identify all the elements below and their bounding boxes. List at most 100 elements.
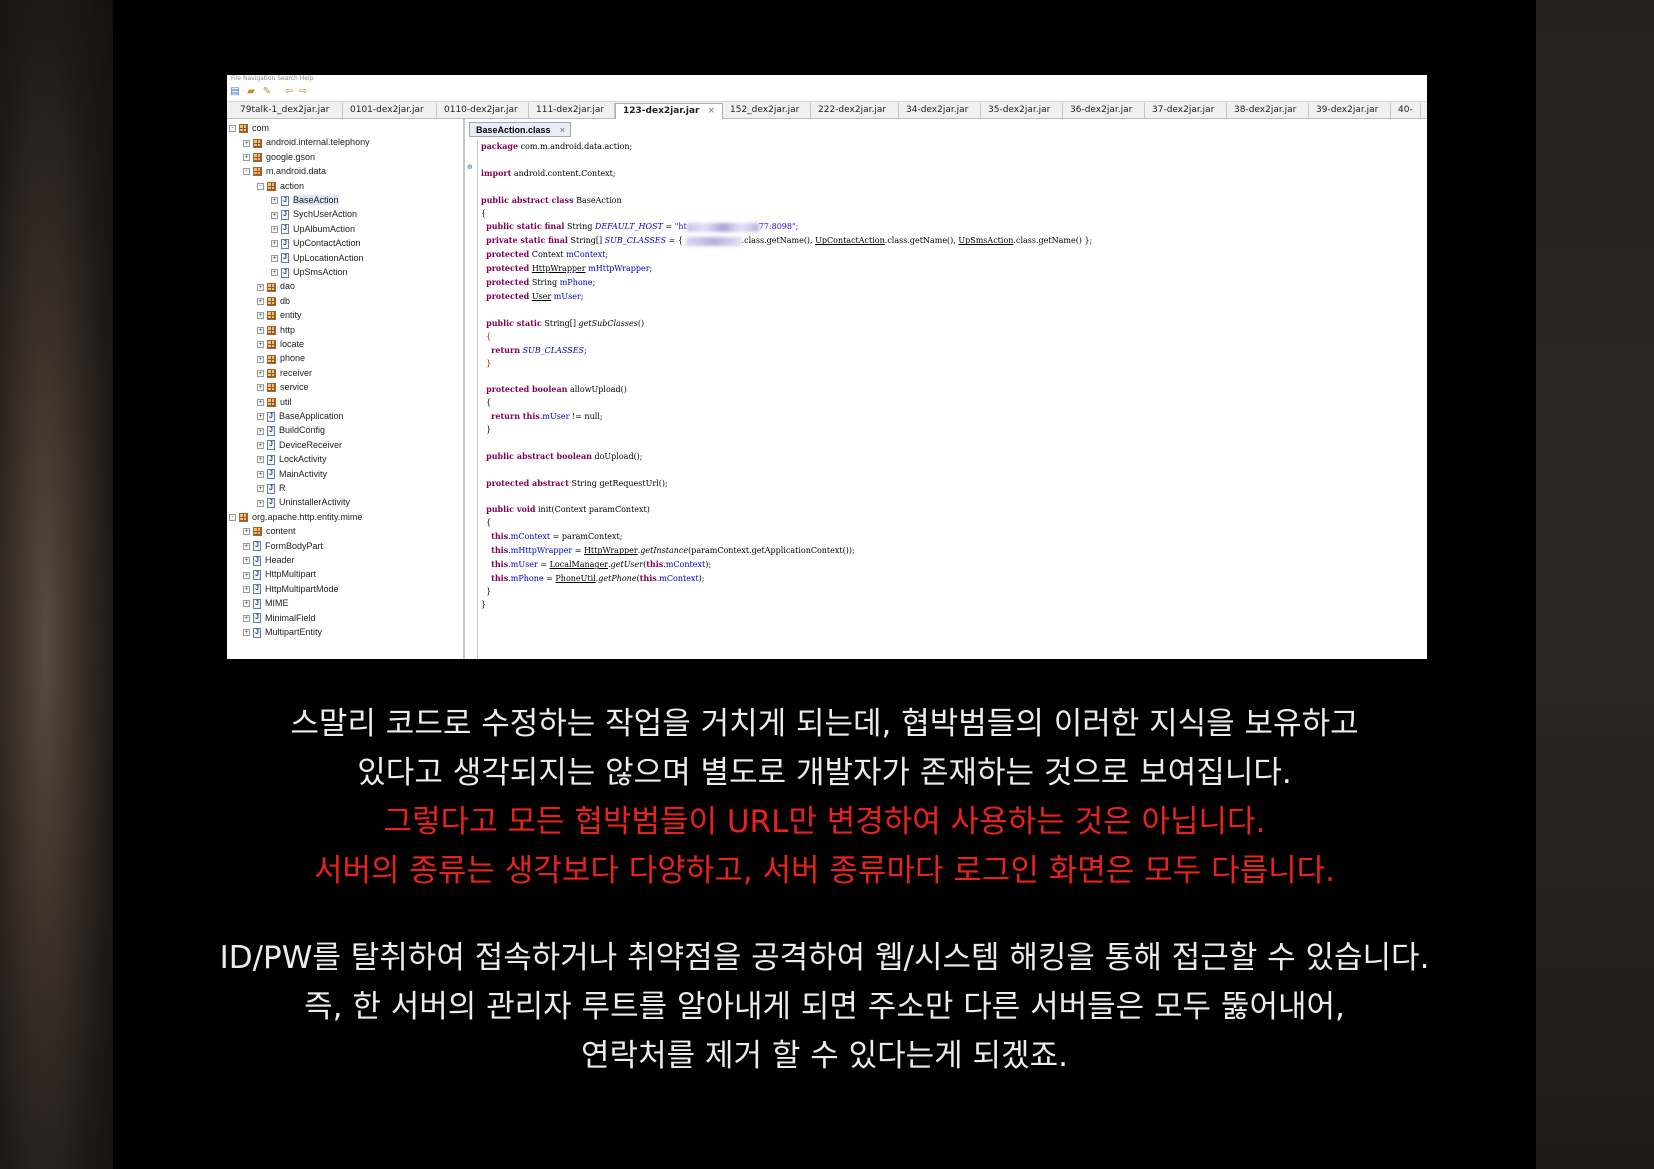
tree-item[interactable]: - m.android.data <box>243 164 326 178</box>
tree-item[interactable]: + google.gson <box>243 150 315 164</box>
tree-item-label: BuildConfig <box>279 425 326 436</box>
tree-item[interactable]: + entity <box>257 308 302 322</box>
tree-item[interactable]: - org.apache.http.entity.mime <box>229 510 362 524</box>
tree-item[interactable]: + util <box>257 395 292 409</box>
collapse-icon[interactable]: - <box>229 125 236 133</box>
expand-icon[interactable]: + <box>243 528 250 536</box>
close-icon[interactable]: × <box>707 106 715 116</box>
tree-item[interactable]: + J R <box>257 481 286 495</box>
tree-item[interactable]: + J BaseAction <box>271 193 339 207</box>
expand-icon[interactable]: + <box>243 571 250 579</box>
tab-jar[interactable]: 111-dex2jar.jar <box>529 103 615 118</box>
tree-item[interactable]: + J LockActivity <box>257 452 327 466</box>
tab-jar[interactable]: 152_dex2jar.jar <box>723 103 811 118</box>
expand-icon[interactable]: + <box>243 153 250 161</box>
tab-jar[interactable]: 36-dex2jar.jar <box>1063 103 1145 118</box>
tree-item[interactable]: + J SychUserAction <box>271 207 357 221</box>
tab-jar[interactable]: 0101-dex2jar.jar <box>343 103 437 118</box>
expand-icon[interactable]: + <box>243 557 250 565</box>
tree-item[interactable]: + J MainActivity <box>257 467 327 481</box>
expand-icon[interactable]: + <box>257 398 264 406</box>
tree-item-label: Header <box>265 555 295 565</box>
tab-jar[interactable]: 38-dex2jar.jar <box>1227 103 1309 118</box>
expand-icon[interactable]: + <box>243 139 250 147</box>
tree-item[interactable]: - action <box>257 179 304 193</box>
tree-item[interactable]: + J UninstallerActivity <box>257 495 350 509</box>
expand-icon[interactable]: + <box>257 297 264 305</box>
expand-icon[interactable]: + <box>271 240 278 248</box>
tree-item[interactable]: + http <box>257 323 295 337</box>
expand-icon[interactable]: + <box>257 312 264 320</box>
forward-arrow-icon[interactable]: ⇨ <box>297 86 309 98</box>
package-icon <box>267 368 276 378</box>
tree-item[interactable]: + receiver <box>257 366 312 380</box>
expand-icon[interactable]: + <box>271 211 278 219</box>
tree-item[interactable]: + J Header <box>243 553 295 567</box>
collapse-icon[interactable]: - <box>229 513 236 521</box>
expand-icon[interactable]: + <box>243 614 250 622</box>
open-file-icon[interactable]: ▤ <box>229 86 241 98</box>
tree-item[interactable]: - com <box>229 121 269 135</box>
tree-item[interactable]: + J DeviceReceiver <box>257 438 342 452</box>
tree-item[interactable]: + J UpAlbumAction <box>271 222 355 236</box>
code-line: this.mContext = paramContext; <box>491 531 623 542</box>
tab-jar[interactable]: 0110-dex2jar.jar <box>437 103 529 118</box>
close-icon[interactable]: × <box>560 123 565 137</box>
tab-jar[interactable]: 79talk-1_dex2jar.jar <box>233 103 343 118</box>
expand-icon[interactable]: + <box>243 542 250 550</box>
expand-icon[interactable]: + <box>271 225 278 233</box>
expand-icon[interactable]: + <box>271 269 278 277</box>
tree-item[interactable]: + J UpSmsAction <box>271 265 348 279</box>
collapse-icon[interactable]: - <box>243 168 250 176</box>
expand-icon[interactable]: + <box>257 427 264 435</box>
tree-item[interactable]: + J HttpMultipart <box>243 567 316 581</box>
expand-icon[interactable]: + <box>257 456 264 464</box>
menubar[interactable]: File Navigation Search Help <box>227 75 1427 83</box>
tab-jar[interactable]: 222-dex2jar.jar <box>811 103 899 118</box>
editor-tab[interactable]: BaseAction.class × <box>469 122 571 137</box>
link-icon[interactable]: ✎ <box>261 86 273 98</box>
tree-item[interactable]: + dao <box>257 279 295 293</box>
expand-icon[interactable]: + <box>257 499 264 507</box>
expand-icon[interactable]: + <box>257 441 264 449</box>
expand-icon[interactable]: + <box>257 485 264 493</box>
tab-jar[interactable]: 34-dex2jar.jar <box>899 103 981 118</box>
expand-icon[interactable]: + <box>243 585 250 593</box>
tree-item[interactable]: + phone <box>257 351 305 365</box>
tab-jar[interactable]: 40- <box>1391 103 1421 118</box>
expand-icon[interactable]: + <box>243 629 250 637</box>
expand-icon[interactable]: + <box>257 384 264 392</box>
tree-item[interactable]: + J MinimalField <box>243 611 316 625</box>
tree-item[interactable]: + J MIME <box>243 596 289 610</box>
expand-icon[interactable]: + <box>257 341 264 349</box>
expand-icon[interactable]: + <box>257 326 264 334</box>
expand-icon[interactable]: + <box>243 600 250 608</box>
tree-item[interactable]: + locate <box>257 337 304 351</box>
tree-item[interactable]: + J UpContactAction <box>271 236 361 250</box>
tree-item[interactable]: + db <box>257 294 290 308</box>
expand-icon[interactable]: + <box>257 413 264 421</box>
tab-jar[interactable]: 39-dex2jar.jar <box>1309 103 1391 118</box>
tree-item[interactable]: + android.internal.telephony <box>243 135 370 149</box>
tree-item[interactable]: + J FormBodyPart <box>243 539 323 553</box>
tree-item[interactable]: + J BuildConfig <box>257 423 325 437</box>
fold-icon[interactable]: ⊕ <box>467 164 474 171</box>
open-folder-icon[interactable]: ▰ <box>245 86 257 98</box>
expand-icon[interactable]: + <box>257 470 264 478</box>
tab-jar[interactable]: 123-dex2jar.jar × <box>615 103 723 119</box>
tab-jar[interactable]: 37-dex2jar.jar <box>1145 103 1227 118</box>
expand-icon[interactable]: + <box>257 355 264 363</box>
tree-item[interactable]: + service <box>257 380 309 394</box>
tree-item[interactable]: + J UpLocationAction <box>271 251 364 265</box>
collapse-icon[interactable]: - <box>257 182 264 190</box>
expand-icon[interactable]: + <box>271 254 278 262</box>
expand-icon[interactable]: + <box>257 283 264 291</box>
back-arrow-icon[interactable]: ⇦ <box>283 86 295 98</box>
tab-jar[interactable]: 35-dex2jar.jar <box>981 103 1063 118</box>
expand-icon[interactable]: + <box>271 197 278 205</box>
expand-icon[interactable]: + <box>257 369 264 377</box>
tree-item[interactable]: + J BaseApplication <box>257 409 344 423</box>
tree-item[interactable]: + J HttpMultipartMode <box>243 582 339 596</box>
tree-item[interactable]: + content <box>243 524 296 538</box>
tree-item[interactable]: + J MultipartEntity <box>243 625 322 639</box>
